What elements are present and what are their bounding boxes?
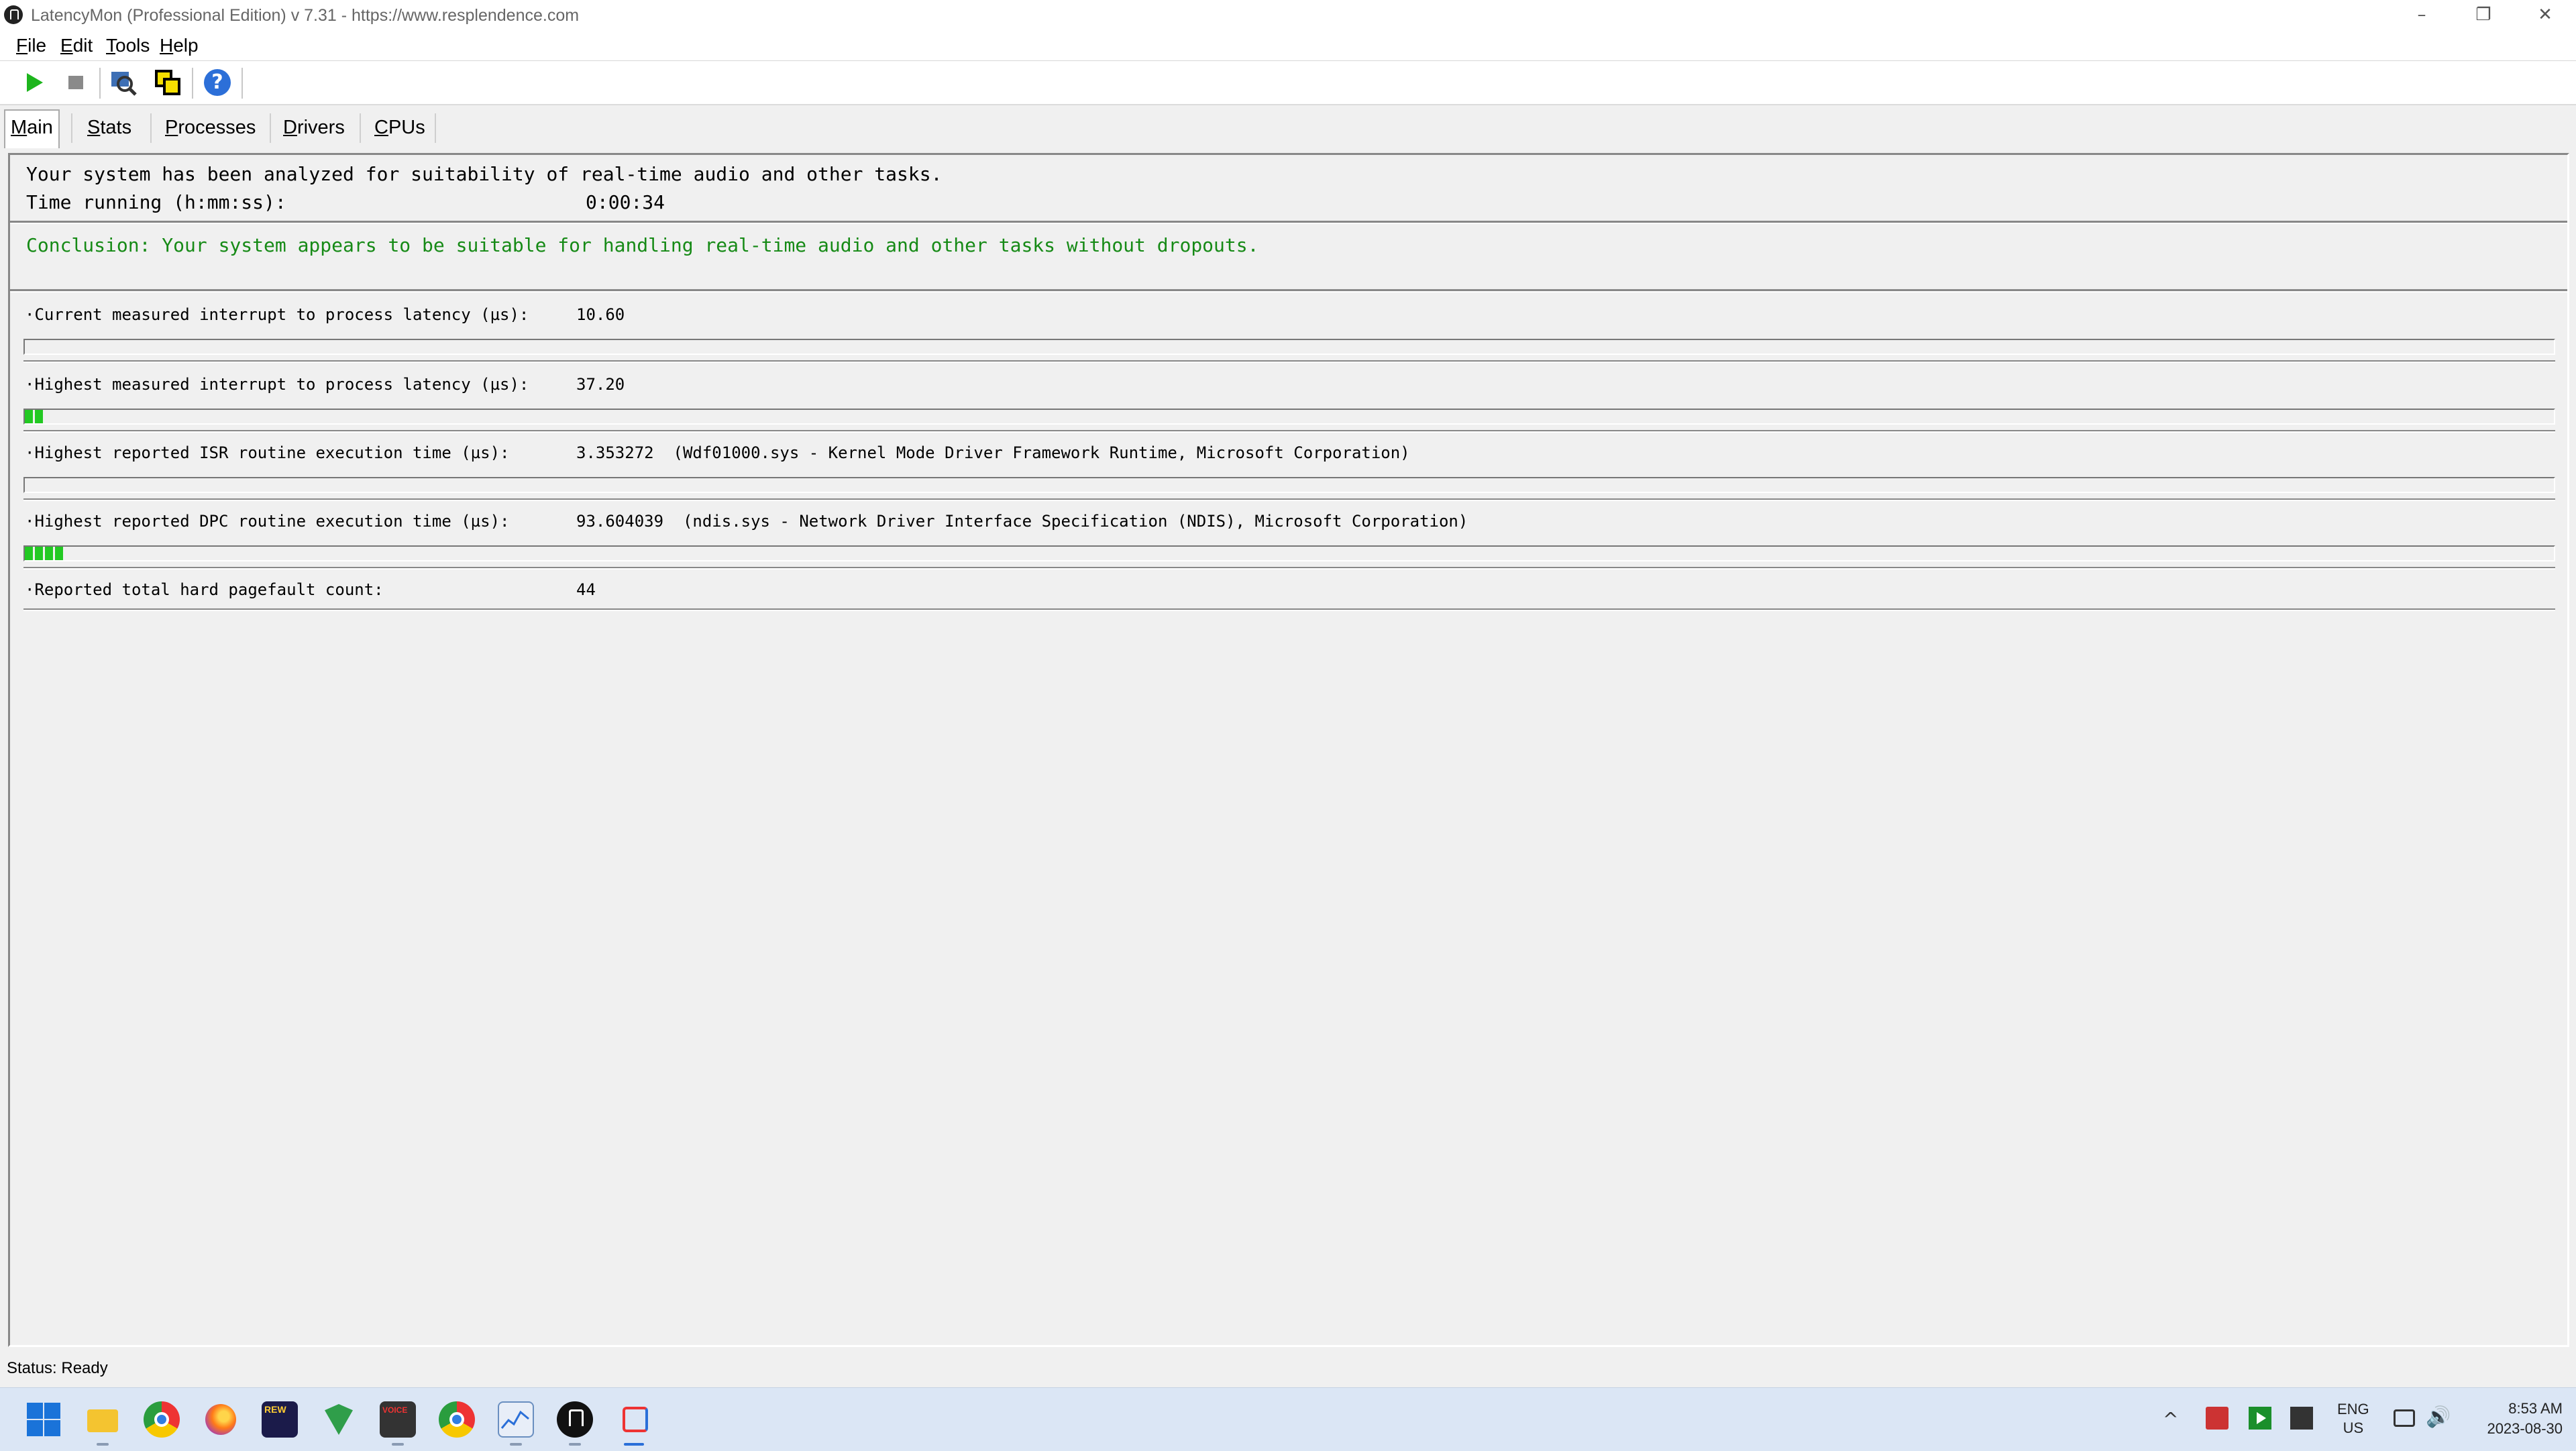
section-divider xyxy=(10,221,2567,224)
metric-label: ·Reported total hard pagefault count: xyxy=(25,580,384,599)
status-bar: Status: Ready xyxy=(0,1350,2576,1387)
chevron-up-icon[interactable]: ^ xyxy=(2163,1408,2178,1430)
bar-segment xyxy=(45,547,53,560)
help-icon[interactable]: ? xyxy=(203,68,232,97)
metric-value: 10.60 xyxy=(576,305,625,324)
metric-value: 44 xyxy=(576,580,596,599)
bar-segment xyxy=(55,547,63,560)
restore-button[interactable]: ❐ xyxy=(2453,0,2514,31)
tab-bar: Main Stats Processes Drivers CPUs xyxy=(0,105,2576,151)
tab-processes[interactable]: Processes xyxy=(160,111,261,146)
voicemeeter-icon[interactable]: VOICE xyxy=(380,1401,416,1438)
tab-cpus[interactable]: CPUs xyxy=(369,111,431,146)
row-divider xyxy=(23,498,2555,501)
toolbar-separator xyxy=(99,68,101,99)
menu-bar: File Edit Tools Help xyxy=(0,31,2576,61)
toolbar: ? xyxy=(0,61,2576,105)
time-running-value: 0:00:34 xyxy=(586,191,665,213)
metric-label: ·Highest reported ISR routine execution … xyxy=(25,443,510,462)
tab-main[interactable]: Main xyxy=(4,109,60,148)
cpu-icon[interactable] xyxy=(153,68,182,97)
latencymon-taskbar-icon[interactable] xyxy=(557,1401,593,1438)
latencymon-app-icon xyxy=(4,5,23,24)
clock-date[interactable]: 2023-08-30 xyxy=(2455,1420,2563,1438)
performance-monitor-icon[interactable] xyxy=(498,1401,534,1438)
active-indicator xyxy=(624,1443,644,1446)
running-indicator xyxy=(510,1443,522,1446)
metric-value: 93.604039 (ndis.sys - Network Driver Int… xyxy=(576,512,1468,531)
running-indicator xyxy=(392,1443,404,1446)
tray-play-icon[interactable] xyxy=(2249,1407,2271,1430)
latency-bar xyxy=(23,409,2555,425)
section-divider xyxy=(10,289,2567,292)
dpc-bar xyxy=(23,545,2555,561)
volume-icon[interactable]: 🔊 xyxy=(2426,1405,2451,1429)
clock-time[interactable]: 8:53 AM xyxy=(2482,1400,2563,1417)
language-indicator[interactable]: ENG US xyxy=(2337,1400,2369,1438)
tray-app-icon[interactable] xyxy=(2206,1407,2229,1430)
bar-segment xyxy=(35,410,43,423)
close-button[interactable]: ✕ xyxy=(2514,0,2576,31)
chrome-icon[interactable] xyxy=(439,1401,475,1438)
status-text: Status: Ready xyxy=(7,1359,108,1377)
main-panel: Your system has been analyzed for suitab… xyxy=(8,153,2569,1347)
taskbar: REW VOICE ^ ENG US 🔊 8:53 AM 2023-08-30 xyxy=(0,1387,2576,1451)
bar-segment xyxy=(25,547,33,560)
tab-divider xyxy=(150,113,152,143)
metric-value: 3.353272 (Wdf01000.sys - Kernel Mode Dri… xyxy=(576,443,1410,462)
tray-device-icon[interactable] xyxy=(2290,1407,2313,1430)
file-explorer-icon[interactable] xyxy=(85,1401,121,1438)
analysis-summary: Your system has been analyzed for suitab… xyxy=(26,163,943,185)
menu-tools[interactable]: Tools xyxy=(106,35,150,56)
latency-bar xyxy=(23,339,2555,355)
window-title: LatencyMon (Professional Edition) v 7.31… xyxy=(31,6,580,25)
play-icon[interactable] xyxy=(20,68,50,97)
menu-file[interactable]: File xyxy=(16,35,46,56)
metric-value: 37.20 xyxy=(576,375,625,394)
time-running-label: Time running (h:mm:ss): xyxy=(26,191,286,213)
tab-divider xyxy=(360,113,361,143)
row-divider xyxy=(23,608,2555,611)
title-bar: LatencyMon (Professional Edition) v 7.31… xyxy=(0,0,2576,31)
firefox-icon[interactable] xyxy=(203,1401,239,1438)
conclusion-text: Conclusion: Your system appears to be su… xyxy=(26,234,1259,256)
minimize-button[interactable]: – xyxy=(2391,0,2453,31)
menu-help[interactable]: Help xyxy=(160,35,199,56)
bar-segment xyxy=(35,547,43,560)
stop-icon[interactable] xyxy=(62,68,91,97)
metric-label: ·Highest reported DPC routine execution … xyxy=(25,512,510,531)
vpn-shield-icon[interactable] xyxy=(321,1401,357,1438)
row-divider xyxy=(23,430,2555,433)
row-divider xyxy=(23,360,2555,363)
network-icon[interactable] xyxy=(2394,1409,2415,1427)
analyze-icon[interactable] xyxy=(109,68,138,97)
tab-divider xyxy=(71,113,72,143)
toolbar-separator xyxy=(192,68,193,99)
tab-drivers[interactable]: Drivers xyxy=(278,111,350,146)
isr-bar xyxy=(23,477,2555,493)
tab-stats[interactable]: Stats xyxy=(82,111,137,146)
tab-divider xyxy=(270,113,271,143)
toolbar-separator xyxy=(241,68,243,99)
windows-start-icon[interactable] xyxy=(25,1401,62,1438)
tab-divider xyxy=(435,113,436,143)
metric-label: ·Highest measured interrupt to process l… xyxy=(25,375,529,394)
chrome-icon[interactable] xyxy=(144,1401,180,1438)
row-divider xyxy=(23,567,2555,570)
menu-edit[interactable]: Edit xyxy=(60,35,93,56)
running-indicator xyxy=(569,1443,581,1446)
running-indicator xyxy=(97,1443,109,1446)
bar-segment xyxy=(25,410,33,423)
metric-label: ·Current measured interrupt to process l… xyxy=(25,305,529,324)
rew-icon[interactable]: REW xyxy=(262,1401,298,1438)
snipping-tool-icon[interactable] xyxy=(616,1401,652,1438)
